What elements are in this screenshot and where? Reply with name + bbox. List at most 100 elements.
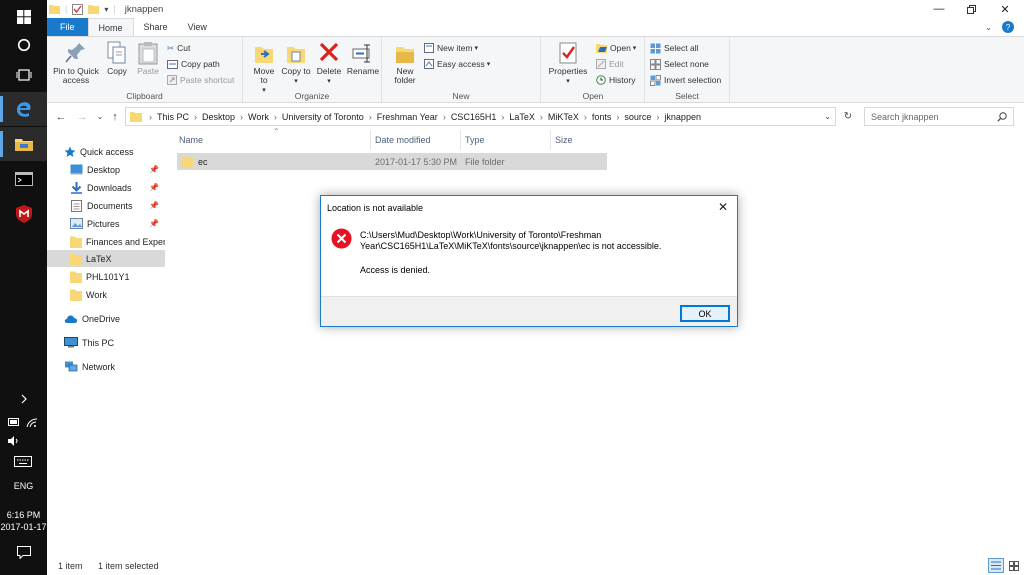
breadcrumb-separator-icon[interactable]: ›: [501, 112, 504, 122]
breadcrumb-separator-icon[interactable]: ›: [240, 112, 243, 122]
breadcrumb-separator-icon[interactable]: ›: [369, 112, 372, 122]
breadcrumb-item[interactable]: source ›: [624, 112, 664, 122]
taskbar-command-prompt[interactable]: [0, 162, 47, 196]
breadcrumb-separator-icon[interactable]: ›: [443, 112, 446, 122]
breadcrumb-separator-icon[interactable]: ›: [656, 112, 659, 122]
open-button[interactable]: Open ▾: [596, 41, 636, 55]
nav-quick-access[interactable]: Quick access: [47, 143, 165, 160]
taskbar-mcafee[interactable]: [0, 197, 47, 231]
breadcrumb-label: fonts: [591, 111, 612, 122]
move-to-icon: [255, 47, 273, 63]
task-view-button[interactable]: [0, 58, 47, 92]
new-folder-quick-icon[interactable]: [88, 4, 100, 14]
copy-button[interactable]: Copy: [103, 41, 131, 76]
volume-icon[interactable]: [8, 436, 20, 448]
copy-to-button[interactable]: Copy to ▾: [281, 41, 311, 86]
forward-button[interactable]: →: [73, 106, 91, 127]
clock-time[interactable]: 6:16 PM: [0, 510, 47, 520]
wifi-icon[interactable]: [26, 418, 38, 428]
breadcrumb-separator-icon[interactable]: ›: [616, 112, 619, 122]
nav-item-desktop[interactable]: Desktop 📌: [47, 161, 165, 178]
paste-shortcut-button[interactable]: Paste shortcut: [167, 73, 234, 87]
delete-button[interactable]: Delete ▾: [313, 41, 345, 86]
new-item-button[interactable]: New item ▾: [424, 41, 478, 55]
dialog-close-button[interactable]: ✕: [713, 198, 733, 216]
breadcrumb-separator-icon[interactable]: ›: [540, 112, 543, 122]
breadcrumb-separator-icon[interactable]: ›: [194, 112, 197, 122]
nav-item-phl101y1[interactable]: PHL101Y1: [47, 268, 165, 285]
battery-icon[interactable]: [8, 418, 20, 426]
nav-item-documents[interactable]: Documents 📌: [47, 197, 165, 214]
action-center-button[interactable]: [0, 535, 47, 569]
invert-selection-button[interactable]: Invert selection: [650, 73, 721, 87]
search-input[interactable]: Search jknappen: [871, 112, 939, 122]
breadcrumb-separator-icon[interactable]: ›: [584, 112, 587, 122]
breadcrumb-item[interactable]: LaTeX ›: [509, 112, 548, 122]
refresh-button[interactable]: ↻: [839, 106, 857, 127]
up-button[interactable]: ↑: [106, 106, 124, 127]
show-hidden-icons-button[interactable]: [0, 389, 47, 409]
edit-button[interactable]: Edit: [596, 57, 624, 71]
breadcrumb-label: Desktop: [202, 111, 236, 122]
nav-item-finances[interactable]: Finances and Expen: [47, 233, 165, 250]
breadcrumb-item[interactable]: MiKTeX ›: [548, 112, 592, 122]
nav-this-pc[interactable]: This PC: [47, 334, 165, 351]
minimize-button[interactable]: —: [922, 0, 956, 18]
taskbar-file-explorer[interactable]: [0, 127, 47, 161]
help-icon[interactable]: ?: [1002, 21, 1014, 33]
breadcrumb-item[interactable]: University of Toronto ›: [282, 112, 377, 122]
select-all-button[interactable]: Select all: [650, 41, 699, 55]
column-header-size[interactable]: Size: [553, 130, 607, 150]
address-history-dropdown[interactable]: ⌄: [824, 112, 831, 121]
properties-quick-icon[interactable]: [72, 3, 84, 15]
breadcrumb-item[interactable]: Work ›: [248, 112, 282, 122]
cut-button[interactable]: ✂ Cut: [167, 41, 190, 55]
expand-ribbon-icon[interactable]: ⌄: [985, 23, 992, 32]
breadcrumb-item[interactable]: Desktop ›: [202, 112, 248, 122]
breadcrumb-separator-icon[interactable]: ›: [274, 112, 277, 122]
nav-network[interactable]: Network: [47, 358, 165, 375]
tab-view[interactable]: View: [178, 18, 217, 36]
nav-item-downloads[interactable]: Downloads 📌: [47, 179, 165, 196]
paste-button[interactable]: Paste: [134, 41, 162, 76]
breadcrumb-item[interactable]: Freshman Year ›: [377, 112, 451, 122]
breadcrumb-item[interactable]: This PC ›: [157, 112, 202, 122]
cortana-button[interactable]: [0, 28, 47, 62]
copy-path-button[interactable]: Copy path: [167, 57, 220, 71]
search-box[interactable]: Search jknappen: [864, 107, 1014, 126]
pin-to-quick-access-button[interactable]: Pin to Quick access: [50, 41, 102, 85]
address-bar[interactable]: › This PC › Desktop › Work › University of Tor…: [125, 107, 836, 126]
breadcrumb-item[interactable]: fonts ›: [592, 112, 625, 122]
nav-onedrive[interactable]: OneDrive: [47, 310, 165, 327]
large-icons-view-button[interactable]: [1006, 558, 1022, 573]
select-none-button[interactable]: Select none: [650, 57, 709, 71]
breadcrumb-item[interactable]: CSC165H1 ›: [451, 112, 510, 122]
maximize-button[interactable]: [954, 0, 988, 18]
tab-share[interactable]: Share: [134, 18, 178, 36]
keyboard-icon[interactable]: [14, 456, 32, 469]
easy-access-button[interactable]: Easy access ▾: [424, 57, 490, 71]
nav-item-pictures[interactable]: Pictures 📌: [47, 215, 165, 232]
close-button[interactable]: ✕: [988, 0, 1022, 18]
back-button[interactable]: ←: [52, 106, 70, 127]
table-row[interactable]: ec 2017-01-17 5:30 PM File folder: [177, 153, 607, 170]
column-header-date-modified[interactable]: Date modified: [373, 130, 461, 150]
breadcrumb-item[interactable]: jknappen: [664, 112, 701, 122]
column-header-name[interactable]: Name: [177, 130, 371, 150]
rename-button[interactable]: Rename: [346, 41, 380, 76]
input-language[interactable]: ENG: [0, 481, 47, 491]
history-button[interactable]: History: [596, 73, 635, 87]
tab-file[interactable]: File: [47, 18, 88, 36]
nav-item-latex[interactable]: LaTeX: [47, 250, 165, 267]
new-folder-button[interactable]: New folder: [390, 41, 420, 85]
customize-quick-access-icon[interactable]: ▾: [104, 5, 108, 14]
column-header-type[interactable]: Type: [463, 130, 551, 150]
ok-button[interactable]: OK: [680, 305, 730, 322]
nav-item-work[interactable]: Work: [47, 286, 165, 303]
details-view-button[interactable]: [988, 558, 1004, 573]
move-to-button[interactable]: Move to ▾: [249, 41, 279, 95]
tab-home[interactable]: Home: [87, 18, 134, 36]
taskbar-edge[interactable]: [0, 92, 47, 126]
clock-date[interactable]: 2017-01-17: [0, 522, 47, 532]
delete-x-icon: [319, 42, 339, 62]
